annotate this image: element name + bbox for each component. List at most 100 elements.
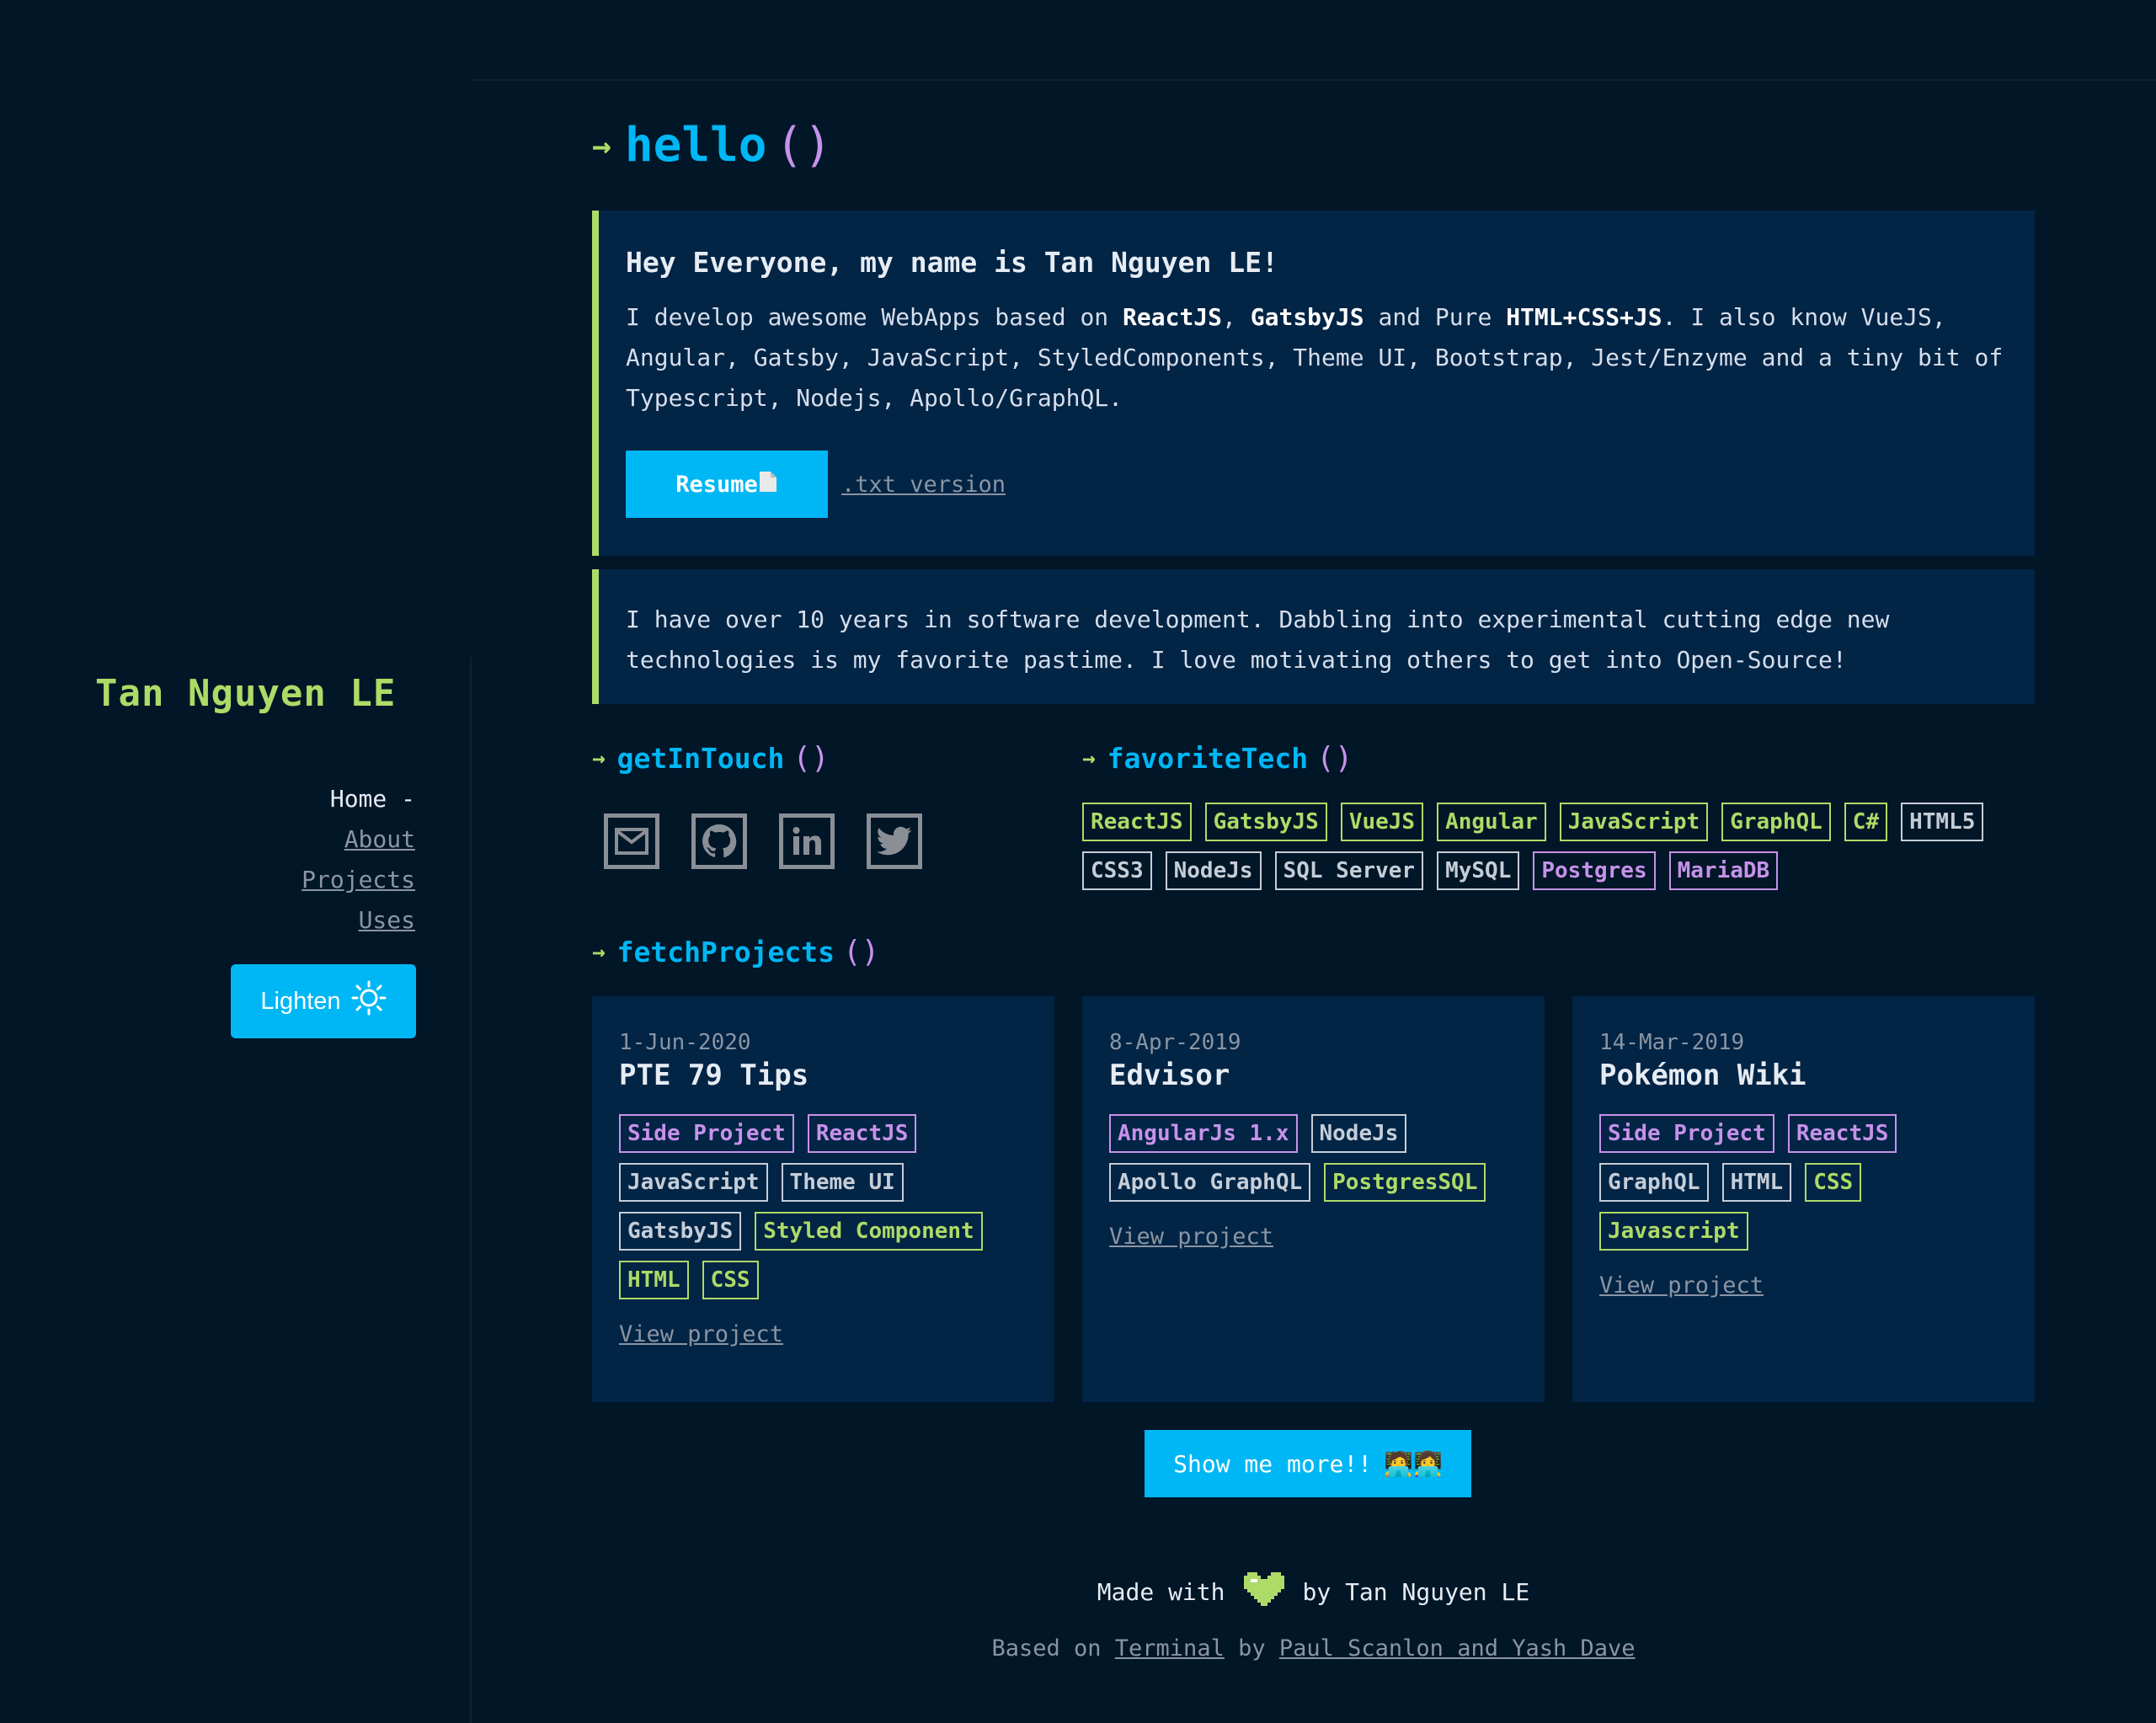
tech-tag: Side Project (619, 1114, 794, 1153)
resume-button[interactable]: Resume (626, 451, 828, 518)
github-icon[interactable] (691, 813, 747, 869)
favorite-tech-paren: () (1316, 741, 1353, 776)
tech-tag: ReactJS (807, 1114, 917, 1153)
sun-icon (351, 980, 387, 1022)
tech-tag: Javascript (1599, 1212, 1748, 1251)
tech-tag: JavaScript (1559, 803, 1709, 841)
tech-tag: GatsbyJS (619, 1212, 742, 1251)
tech-tag: MySQL (1437, 851, 1520, 890)
project-title: PTE 79 Tips (619, 1059, 809, 1092)
mail-icon[interactable] (604, 813, 659, 869)
tech-tag: CSS (702, 1261, 759, 1299)
hello-heading: → hello () (592, 118, 832, 173)
about-text: I have over 10 years in software develop… (626, 605, 1890, 674)
intro-card: Hey Everyone, my name is Tan Nguyen LE! … (592, 211, 2035, 556)
tech-tag: HTML (619, 1261, 689, 1299)
tech-tag: Postgres (1533, 851, 1656, 890)
fetch-projects-title: fetchProjects (616, 936, 835, 968)
hello-paren: () (775, 118, 832, 173)
project-card: 8-Apr-2019 Edvisor AngularJs 1.x NodeJs Ap… (1082, 996, 1545, 1402)
project-date: 14-Mar-2019 (1599, 1030, 1745, 1055)
favorite-tech-heading: → favoriteTech () (1082, 741, 1353, 776)
intro-text-part: , (1222, 303, 1251, 331)
fetch-projects-paren: () (842, 935, 880, 969)
authors-link[interactable]: Paul Scanlon and Yash Dave (1279, 1635, 1636, 1662)
tech-tag: ReactJS (1082, 803, 1192, 841)
view-project-link[interactable]: View project (1109, 1224, 1273, 1250)
view-project-link[interactable]: View project (619, 1321, 783, 1347)
project-date: 1-Jun-2020 (619, 1030, 751, 1055)
tech-tag: Styled Component (755, 1212, 983, 1251)
nav-uses[interactable]: Uses (359, 906, 415, 934)
twitter-icon[interactable] (867, 813, 922, 869)
terminal-link[interactable]: Terminal (1115, 1635, 1225, 1662)
tech-tag: HTML (1721, 1163, 1792, 1202)
project-card: 14-Mar-2019 Pokémon Wiki Side Project Rea… (1572, 996, 2035, 1402)
tech-tag: MariaDB (1668, 851, 1779, 890)
tech-tag: VueJS (1340, 803, 1424, 841)
show-more-button[interactable]: Show me more!! 🧑‍💻👩‍💻 (1145, 1430, 1471, 1497)
nav-home[interactable]: Home - (302, 779, 415, 819)
tech-tag: PostgresSQL (1324, 1163, 1486, 1202)
top-divider (472, 79, 2156, 81)
footer-by: by (1238, 1635, 1266, 1662)
resume-txt-link[interactable]: .txt version (841, 472, 1006, 498)
tech-tag: Apollo GraphQL (1109, 1163, 1311, 1202)
footer-based-on: Based on (991, 1635, 1102, 1662)
footer-made-with-text: Made with (1097, 1578, 1225, 1606)
heart-icon (1241, 1568, 1288, 1616)
arrow-icon: → (592, 126, 611, 164)
intro-text: I develop awesome WebApps based on React… (626, 297, 2008, 419)
linkedin-icon[interactable] (779, 813, 835, 869)
favorite-tech-title: favoriteTech (1107, 742, 1309, 775)
tech-tag: CSS3 (1082, 851, 1152, 890)
tech-tag: C# (1844, 803, 1888, 841)
tech-tag: AngularJs 1.x (1109, 1114, 1298, 1153)
footer-author: by Tan Nguyen LE (1302, 1578, 1530, 1606)
get-in-touch-title: getInTouch (616, 742, 785, 775)
tech-tag: ReactJS (1787, 1114, 1897, 1153)
site-name[interactable]: Tan Nguyen LE (95, 672, 396, 715)
project-date: 8-Apr-2019 (1109, 1030, 1241, 1055)
theme-toggle-button[interactable]: Lighten (231, 964, 416, 1038)
intro-tech-reactjs: ReactJS (1123, 303, 1223, 331)
theme-toggle-label: Lighten (260, 987, 341, 1015)
hello-title: hello (624, 118, 767, 173)
tech-tag: Theme UI (781, 1163, 904, 1202)
project-tags: AngularJs 1.x NodeJs Apollo GraphQL Postgre… (1109, 1114, 1518, 1202)
nav-about[interactable]: About (344, 825, 415, 853)
tech-tag: GraphQL (1721, 803, 1831, 841)
arrow-icon: → (592, 939, 606, 965)
project-tags: Side Project ReactJS JavaScript Theme UI Gat… (619, 1114, 1027, 1299)
tech-tag: Side Project (1599, 1114, 1774, 1153)
get-in-touch-heading: → getInTouch () (592, 741, 830, 776)
intro-tech-html: HTML+CSS+JS (1506, 303, 1662, 331)
resume-row: Resume .txt version (626, 451, 2008, 518)
tech-tag: HTML5 (1901, 803, 1984, 841)
intro-heading: Hey Everyone, my name is Tan Nguyen LE! (626, 246, 1278, 279)
technologist-emoji: 🧑‍💻👩‍💻 (1384, 1449, 1443, 1478)
arrow-icon: → (1082, 745, 1096, 771)
fetch-projects-heading: → fetchProjects () (592, 935, 879, 969)
project-title: Pokémon Wiki (1599, 1059, 1806, 1092)
tech-tag: NodeJs (1310, 1114, 1407, 1153)
project-tags: Side Project ReactJS GraphQL HTML CSS Javascr… (1599, 1114, 2008, 1251)
tech-tag: GraphQL (1599, 1163, 1709, 1202)
footer-made-with: Made with by Tan Nguyen LE (592, 1568, 2035, 1616)
tech-tag: SQL Server (1274, 851, 1424, 890)
sidebar-nav: Home - About Projects Uses (302, 779, 415, 941)
favorite-tech-tags: ReactJS GatsbyJS VueJS Angular JavaScript Gra… (1082, 803, 2025, 890)
resume-label: Resume (675, 471, 758, 498)
view-project-link[interactable]: View project (1599, 1272, 1764, 1299)
tech-tag: Angular (1437, 803, 1546, 841)
sidebar-divider (470, 657, 472, 1723)
nav-projects[interactable]: Projects (302, 866, 415, 894)
get-in-touch-paren: () (792, 741, 830, 776)
tech-tag: GatsbyJS (1204, 803, 1327, 841)
social-links (604, 813, 922, 869)
intro-tech-gatsbyjs: GatsbyJS (1250, 303, 1364, 331)
tech-tag: JavaScript (619, 1163, 768, 1202)
tech-tag: NodeJs (1165, 851, 1262, 890)
arrow-icon: → (592, 745, 606, 771)
footer-credits: Based on Terminal by Paul Scanlon and Ya… (592, 1635, 2035, 1662)
